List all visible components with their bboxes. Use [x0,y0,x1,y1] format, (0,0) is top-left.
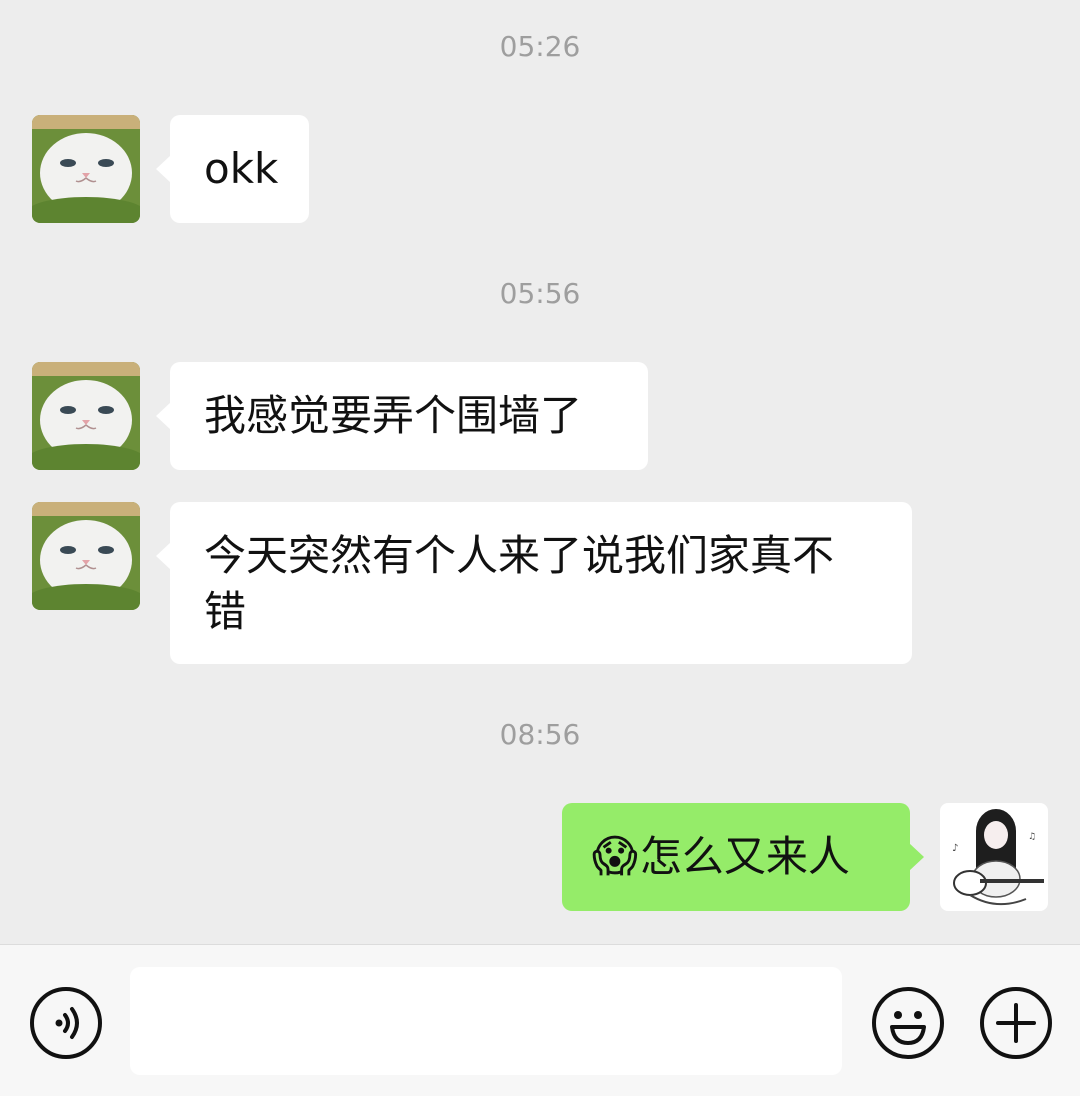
message-bubble[interactable]: okk [156,115,309,223]
message-bubble-outgoing[interactable]: 😱怎么又来人 [562,803,924,911]
cat-avatar-image [32,502,140,610]
scream-emoji-icon: 😱 [592,831,638,882]
cat-avatar-image [32,362,140,470]
contact-avatar[interactable] [32,502,140,610]
timestamp: 05:26 [499,30,581,63]
message-text-line: 错 [204,587,247,636]
plus-sign-icon [996,1003,1036,1043]
smiley-face-icon [890,1011,926,1045]
emoji-icon[interactable] [872,987,944,1059]
message-text: 我感觉要弄个围墙了 [204,391,583,440]
message-input[interactable] [130,967,842,1075]
contact-avatar[interactable] [32,115,140,223]
message-text-line: 今天突然有个人来了说我们家真不 [204,531,835,580]
anime-girl-avatar-image: ♪ ♫ [940,803,1048,911]
plus-icon[interactable] [980,987,1052,1059]
voice-icon[interactable] [30,987,102,1059]
message-bubble[interactable]: 今天突然有个人来了说我们家真不 错 [156,502,912,664]
message-text: 怎么又来人 [639,832,850,881]
message-text: okk [204,144,279,193]
timestamp: 05:56 [499,277,581,310]
self-avatar[interactable]: ♪ ♫ [940,803,1048,911]
svg-text:♪: ♪ [952,843,958,854]
svg-text:♫: ♫ [1028,832,1036,842]
chat-area[interactable]: 05:26 okk 05:56 我感觉要弄个围墙了 今天突然有个人来了说我们家真… [0,0,1080,944]
voice-wave-icon [55,1007,79,1039]
input-toolbar [0,944,1080,1096]
timestamp: 08:56 [499,718,581,751]
cat-avatar-image [32,115,140,223]
contact-avatar[interactable] [32,362,140,470]
message-bubble[interactable]: 我感觉要弄个围墙了 [156,362,648,470]
